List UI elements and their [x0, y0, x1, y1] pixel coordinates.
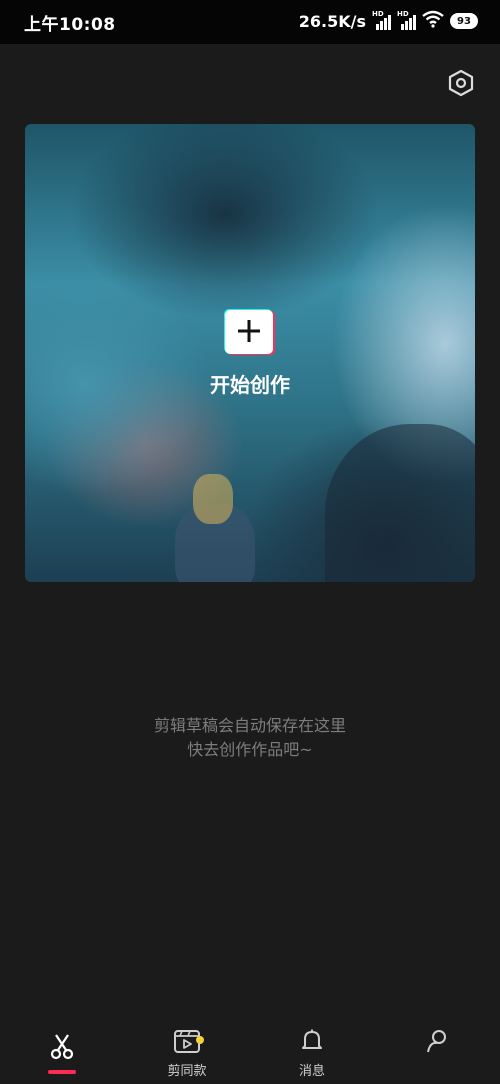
nav-label-messages: 消息 [298, 1064, 325, 1079]
hd-badge: HD [372, 10, 384, 18]
nav-item-messages[interactable]: 消息 [267, 1028, 357, 1079]
create-button[interactable] [224, 309, 276, 355]
nav-label-templates: 剪同款 [167, 1064, 207, 1079]
scissors-icon [48, 1032, 76, 1064]
nav-item-profile[interactable] [392, 1028, 482, 1058]
status-icons: 26.5K/s HD HD 93 [299, 10, 478, 32]
new-badge-dot [196, 1036, 204, 1044]
signal-icon: HD [397, 10, 416, 30]
network-speed: 26.5K/s [298, 11, 366, 31]
background-figure [325, 424, 475, 582]
status-bar: 上午10:08 26.5K/s HD HD 93 [0, 0, 500, 44]
hint-line-2: 快去创作作品吧~ [187, 740, 313, 759]
settings-button[interactable] [446, 69, 476, 101]
empty-drafts-hint: 剪辑草稿会自动保存在这里 快去创作作品吧~ [0, 714, 500, 762]
background-smoke-flare [193, 474, 233, 524]
wifi-icon [422, 10, 444, 32]
nav-item-edit[interactable] [17, 1032, 107, 1074]
bell-icon [299, 1028, 325, 1058]
start-creation-card[interactable]: 开始创作 [25, 124, 475, 582]
battery-level: 93 [457, 15, 471, 27]
signal-icon: HD [372, 10, 391, 30]
profile-icon [424, 1028, 450, 1058]
battery-icon: 93 [450, 13, 478, 29]
bottom-nav: 剪同款 消息 [0, 1020, 500, 1084]
start-creation-label: 开始创作 [210, 373, 290, 397]
status-time: 上午10:08 [24, 15, 116, 35]
nav-item-templates[interactable]: 剪同款 [142, 1028, 232, 1079]
hint-line-1: 剪辑草稿会自动保存在这里 [153, 716, 346, 735]
plus-icon [238, 320, 260, 342]
active-tab-indicator [48, 1070, 76, 1074]
hd-badge: HD [397, 10, 409, 18]
settings-hexagon-icon [448, 69, 474, 101]
